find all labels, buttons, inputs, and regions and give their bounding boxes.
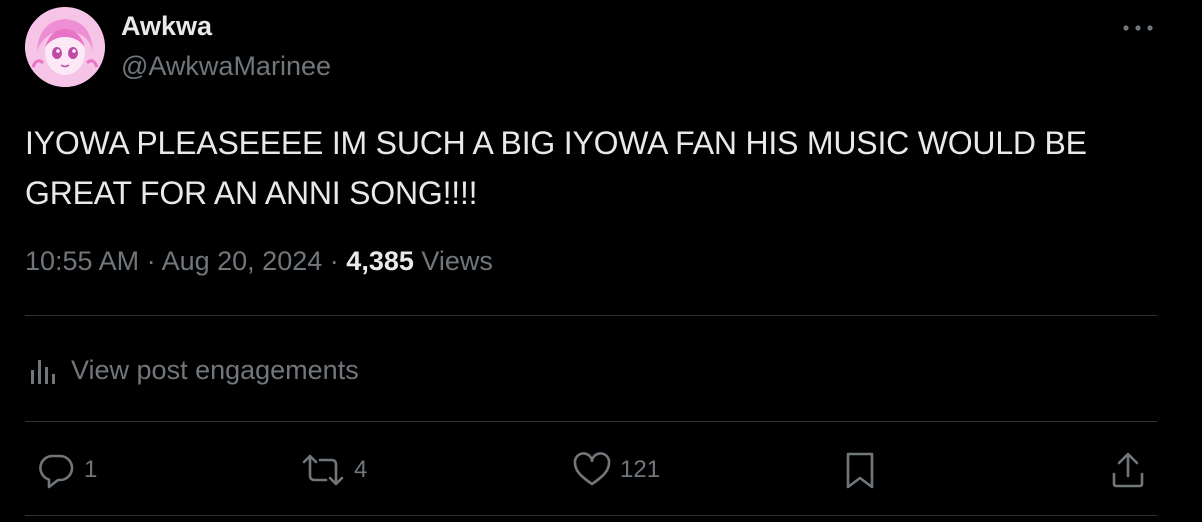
meta-separator: ·	[329, 246, 339, 276]
share-icon	[1112, 452, 1144, 488]
repost-count: 4	[354, 456, 368, 483]
bookmark-button[interactable]	[838, 448, 882, 492]
post-text: IYOWA PLEASEEEE IM SUCH A BIG IYOWA FAN …	[25, 125, 1087, 211]
more-icon	[1123, 25, 1153, 31]
divider	[25, 315, 1157, 316]
author-handle[interactable]: @AwkwaMarinee	[121, 51, 331, 82]
divider	[25, 421, 1157, 422]
like-count: 121	[620, 456, 661, 483]
view-engagements-label: View post engagements	[71, 354, 359, 385]
repost-icon	[302, 454, 344, 486]
repost-button[interactable]: 4	[298, 448, 367, 492]
post-time[interactable]: 10:55 AM	[25, 246, 139, 276]
views-label: Views	[421, 246, 493, 276]
reply-count: 1	[84, 456, 98, 483]
reply-icon	[39, 454, 74, 489]
heart-icon	[573, 452, 611, 486]
divider	[25, 515, 1157, 516]
avatar[interactable]	[25, 7, 105, 87]
author-name[interactable]: Awkwa	[121, 11, 212, 42]
bookmark-icon	[846, 452, 874, 489]
analytics-icon	[31, 360, 55, 384]
more-options-button[interactable]	[1118, 14, 1158, 42]
share-button[interactable]	[1106, 448, 1150, 492]
like-button[interactable]: 121	[570, 448, 660, 492]
reply-button[interactable]: 1	[34, 448, 97, 492]
post-date[interactable]: Aug 20, 2024	[162, 246, 323, 276]
avatar-image	[25, 7, 105, 87]
post-meta: 10:55 AM · Aug 20, 2024 · 4,385 Views	[25, 246, 493, 277]
views-count: 4,385	[346, 246, 414, 276]
view-engagements-button[interactable]: View post engagements	[25, 348, 359, 392]
meta-separator: ·	[146, 246, 156, 276]
